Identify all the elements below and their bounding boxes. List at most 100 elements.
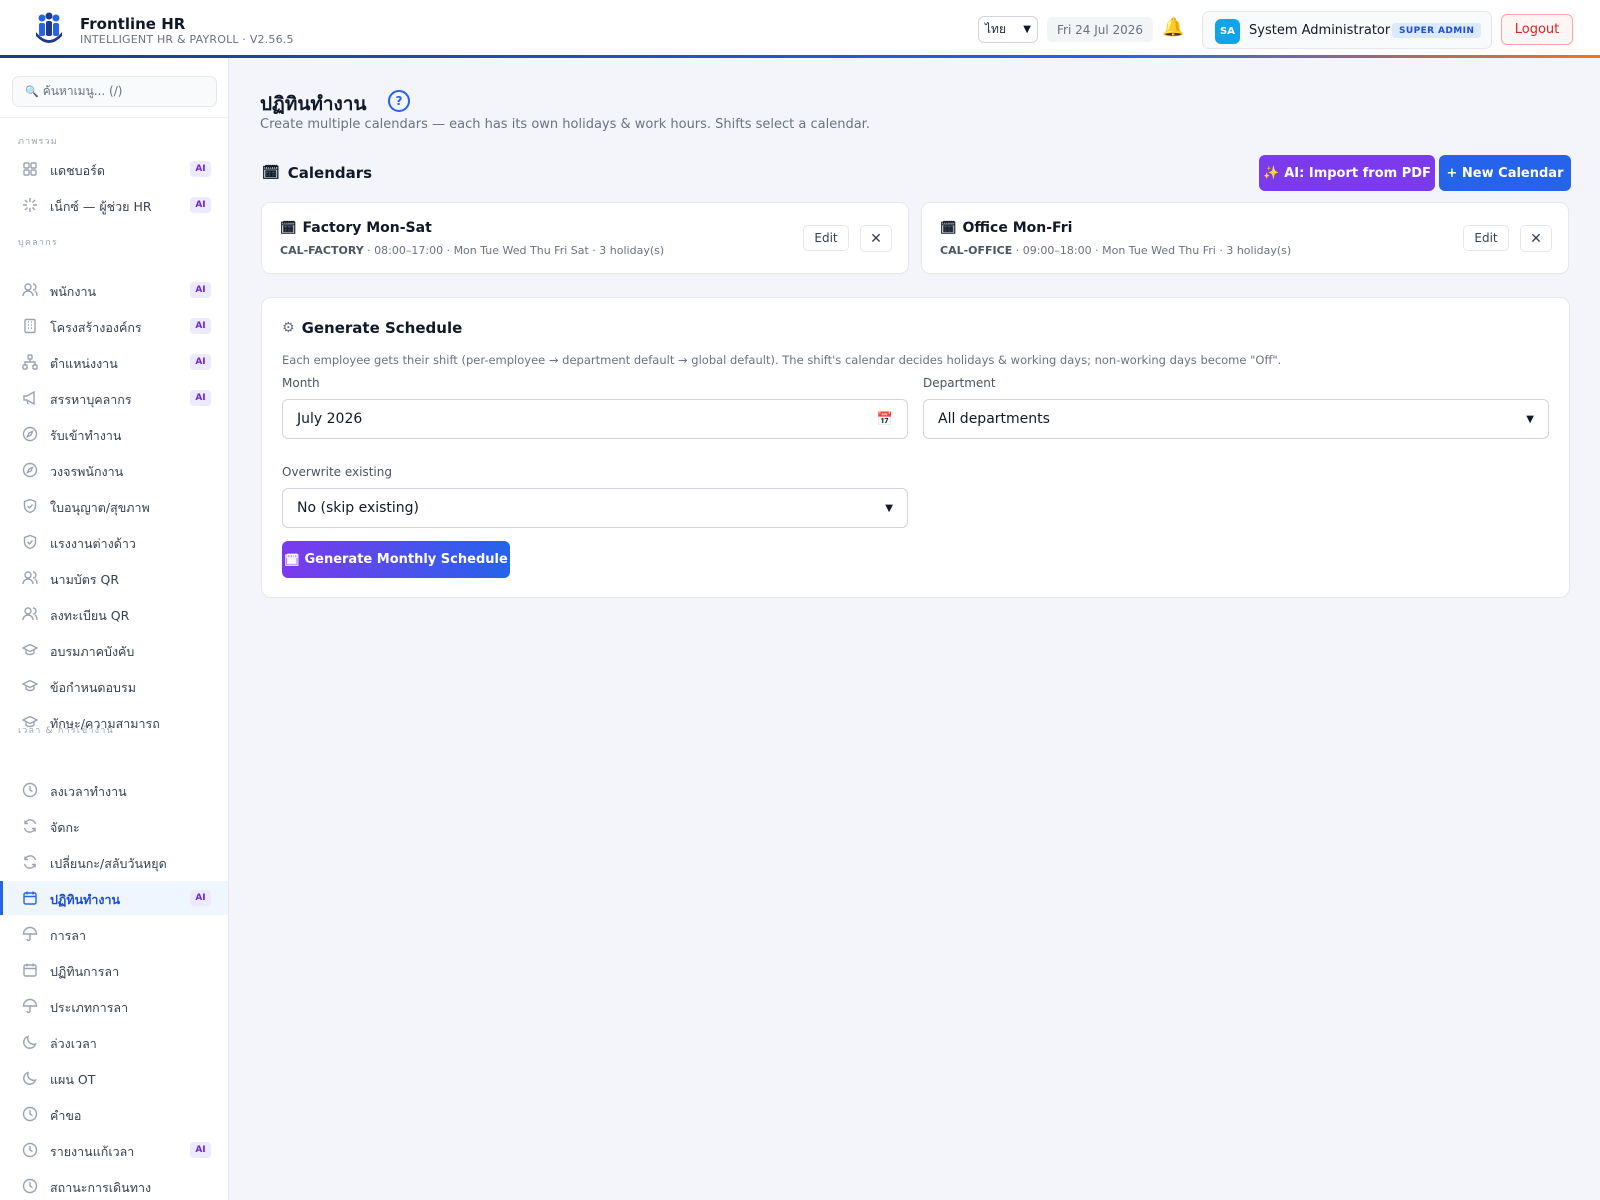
delete-calendar-button[interactable]: ✕ [1520, 225, 1552, 252]
sidebar-item[interactable]: สถานะการเดินทาง [0, 1169, 228, 1200]
megaphone-icon [22, 390, 38, 406]
search-icon: 🔍 [25, 85, 39, 98]
sidebar-item-label: สรรหาบุคลากร [50, 392, 132, 407]
calendar-icon: 🗓 [262, 165, 280, 181]
app-name: Frontline HR [80, 15, 186, 33]
sidebar-item[interactable]: เปลี่ยนกะ/สลับวันหยุด [0, 845, 228, 879]
sidebar-item[interactable]: สรรหาบุคลากร AI [0, 381, 228, 415]
user-menu[interactable]: SA System Administrator SUPER ADMIN [1202, 11, 1492, 49]
sidebar-item-label: แดชบอร์ด [50, 163, 105, 178]
sidebar-item[interactable]: รับเข้าทำงาน [0, 417, 228, 451]
sidebar-item-label: จัดกะ [50, 820, 80, 835]
calendar-picker-icon[interactable]: 📅 [877, 412, 893, 427]
delete-calendar-button[interactable]: ✕ [860, 225, 892, 252]
help-icon[interactable]: ? [388, 90, 410, 112]
graduation-cap-icon [21, 714, 39, 730]
sidebar-item[interactable]: แผน OT [0, 1061, 228, 1095]
sidebar-item-label: ล่วงเวลา [50, 1036, 97, 1051]
grid-icon [22, 161, 38, 177]
sidebar-item-label: ปฏิทินทำงาน [50, 892, 121, 907]
calendar-name-label: Office Mon-Fri [962, 220, 1073, 236]
compass-icon [22, 462, 38, 478]
close-icon: ✕ [870, 230, 882, 247]
sidebar-item[interactable]: เน็กซ์ — ผู้ช่วย HR AI [0, 188, 228, 222]
department-select[interactable]: All departments ▼ [923, 399, 1549, 439]
sidebar-item[interactable]: แรงงานต่างด้าว [0, 525, 228, 559]
header-accent-line [0, 55, 1600, 58]
department-value: All departments [938, 411, 1050, 427]
calendar-card: 🗓 Factory Mon-Sat CAL-FACTORY · 08:00–17… [261, 202, 909, 274]
page-title: ปฏิทินทำงาน [260, 93, 367, 115]
edit-calendar-button[interactable]: Edit [803, 225, 849, 251]
clock-icon [22, 1142, 38, 1158]
sidebar-item-label: สถานะการเดินทาง [50, 1180, 152, 1195]
section-overview: ภาพรวม [18, 137, 58, 147]
sidebar-item-label: นามบัตร QR [50, 572, 120, 587]
bell-icon[interactable]: 🔔 [1162, 17, 1184, 38]
calendar-name: 🗓 Factory Mon-Sat [280, 220, 432, 236]
graduation-cap-icon [21, 642, 39, 658]
divider [0, 117, 228, 118]
ai-import-pdf-button[interactable]: ✨ AI: Import from PDF [1259, 155, 1435, 191]
edit-calendar-button[interactable]: Edit [1463, 225, 1509, 251]
sidebar-item[interactable]: จัดกะ [0, 809, 228, 843]
ai-badge: AI [190, 197, 211, 213]
section-people: บุคลากร [18, 238, 58, 248]
sidebar-item[interactable]: ตำแหน่งงาน AI [0, 345, 228, 379]
umbrella-icon [22, 998, 38, 1014]
month-input[interactable]: July 2026 📅 [282, 399, 908, 439]
refresh-icon [22, 854, 38, 870]
sidebar-item-label: อบรมภาคบังคับ [50, 644, 135, 659]
sidebar-item[interactable]: คำขอ [0, 1097, 228, 1131]
department-label: Department [923, 376, 996, 390]
sidebar-item[interactable]: ใบอนุญาต/สุขภาพ [0, 489, 228, 523]
sidebar-item[interactable]: ข้อกำหนดอบรม [0, 669, 228, 703]
clock-icon [22, 1178, 38, 1194]
sidebar-item-label: พนักงาน [50, 284, 97, 299]
overwrite-label: Overwrite existing [282, 465, 392, 479]
sidebar: 🔍 ค้นหาเมนู... (/) ภาพรวม บุคลากร เวลา &… [0, 58, 229, 1200]
calendar-name-label: Factory Mon-Sat [302, 220, 432, 236]
sidebar-item[interactable]: การลา [0, 917, 228, 951]
new-calendar-button[interactable]: + New Calendar [1439, 155, 1571, 191]
overwrite-select[interactable]: No (skip existing) ▼ [282, 488, 908, 528]
sidebar-item[interactable]: ประเภทการลา [0, 989, 228, 1023]
sidebar-item[interactable]: ทักษะ/ความสามารถ [0, 705, 228, 739]
sidebar-item-label: ลงทะเบียน QR [50, 608, 130, 623]
sidebar-item-label: ทักษะ/ความสามารถ [50, 716, 160, 731]
sidebar-item[interactable]: อบรมภาคบังคับ [0, 633, 228, 667]
sidebar-item[interactable]: พนักงาน AI [0, 273, 228, 307]
calendar-code: CAL-FACTORY [280, 244, 364, 257]
sidebar-item[interactable]: โครงสร้างองค์กร AI [0, 309, 228, 343]
calendar-icon: 🗓 [280, 220, 297, 236]
sidebar-item-label: คำขอ [50, 1108, 82, 1123]
sidebar-item[interactable]: ล่วงเวลา [0, 1025, 228, 1059]
calendar-meta: CAL-OFFICE · 09:00–18:00 · Mon Tue Wed T… [940, 244, 1291, 257]
ai-badge: AI [190, 318, 211, 334]
calendar-icon: 🗓 [284, 552, 300, 567]
generate-schedule-title: ⚙ Generate Schedule [282, 319, 462, 337]
sidebar-item[interactable]: แดชบอร์ด AI [0, 152, 228, 186]
sidebar-item[interactable]: ลงเวลาทำงาน [0, 773, 228, 807]
sparkle-icon [22, 197, 38, 213]
sidebar-item[interactable]: วงจรพนักงาน [0, 453, 228, 487]
sidebar-item[interactable]: นามบัตร QR [0, 561, 228, 595]
calendar-icon [22, 890, 38, 906]
sidebar-item[interactable]: รายงานแก้เวลา AI [0, 1133, 228, 1167]
menu-search-input[interactable]: 🔍 ค้นหาเมนู... (/) [12, 76, 217, 107]
logout-button[interactable]: Logout [1501, 14, 1573, 45]
sidebar-item[interactable]: ลงทะเบียน QR [0, 597, 228, 631]
language-select[interactable]: ไทย ▼ [978, 16, 1038, 43]
ai-badge: AI [190, 390, 211, 406]
user-name: System Administrator [1249, 23, 1391, 38]
page-subtitle: Create multiple calendars — each has its… [260, 117, 870, 132]
sidebar-item[interactable]: ปฏิทินทำงาน AI [0, 881, 228, 915]
generate-monthly-schedule-button[interactable]: 🗓 Generate Monthly Schedule [282, 541, 510, 578]
calendar-icon: 🗓 [940, 220, 957, 236]
sidebar-item-label: การลา [50, 928, 86, 943]
sidebar-item[interactable]: ปฏิทินการลา [0, 953, 228, 987]
app-subtitle: INTELLIGENT HR & PAYROLL · V2.56.5 [80, 33, 294, 46]
sidebar-item-label: รายงานแก้เวลา [50, 1144, 135, 1159]
sidebar-item-label: ใบอนุญาต/สุขภาพ [50, 500, 150, 515]
generate-schedule-card: ⚙ Generate Schedule Each employee gets t… [261, 297, 1570, 598]
